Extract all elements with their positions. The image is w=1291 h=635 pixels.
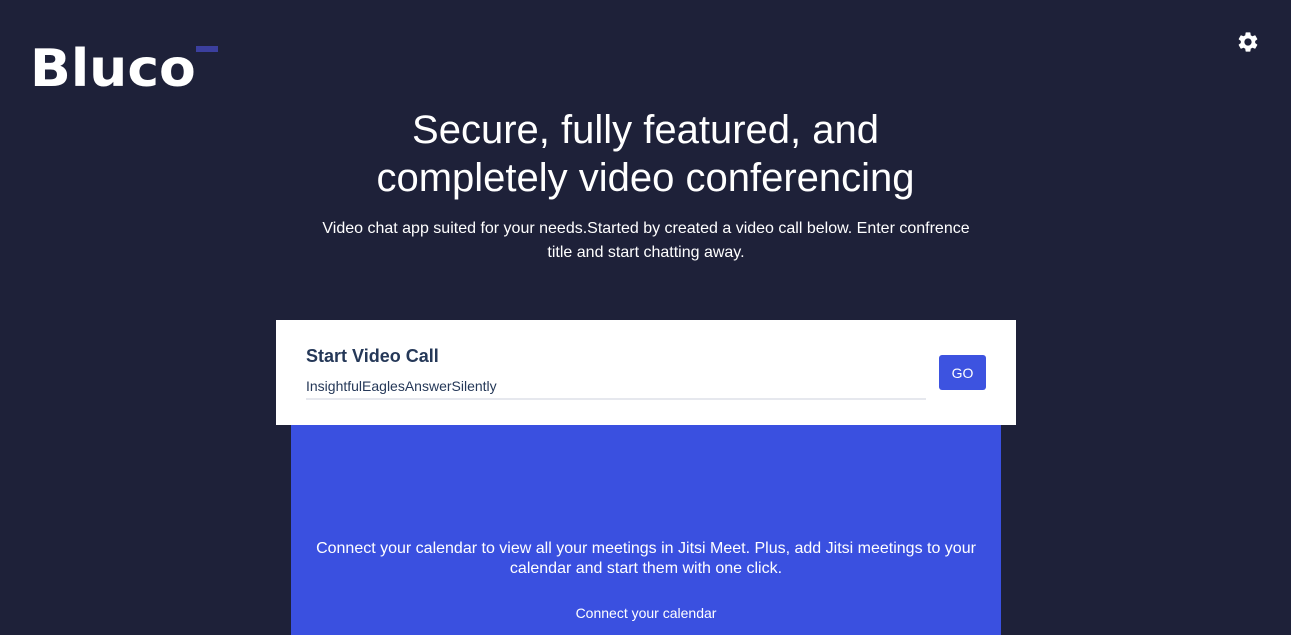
logo: Bluco [30,38,220,100]
start-video-call-card: Start Video Call GO [276,320,1016,425]
calendar-description: Connect your calendar to view all your m… [316,540,976,577]
hero-title-line-1: Secure, fully featured, and [412,108,879,152]
settings-button[interactable] [1236,30,1260,54]
go-button[interactable]: GO [939,355,986,390]
calendar-panel: Connect your calendar to view all your m… [291,425,1001,635]
start-video-call-title: Start Video Call [306,346,439,366]
logo-accent-bar [196,46,218,52]
hero-title: Secure, fully featured, and completely v… [0,106,1291,202]
room-name-input[interactable] [306,374,926,400]
hero-subtitle: Video chat app suited for your needs.Sta… [322,220,970,261]
hero-title-line-2: completely video conferencing [376,156,915,200]
connect-calendar-link[interactable]: Connect your calendar [291,605,1001,621]
welcome-page: Bluco Secure, fully featured, and comple… [0,0,1291,635]
gear-icon [1238,32,1258,52]
